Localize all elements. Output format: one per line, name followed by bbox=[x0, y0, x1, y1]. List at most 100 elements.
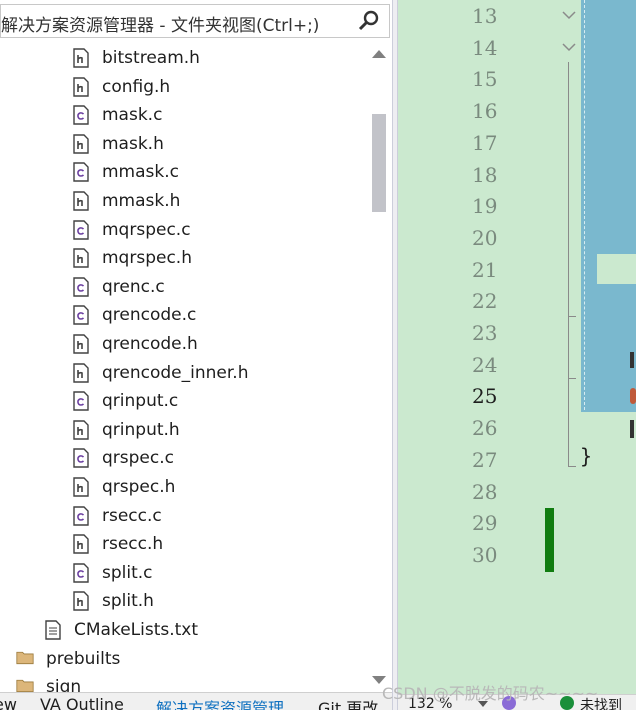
tree-item-label: mmask.h bbox=[102, 191, 181, 211]
line-number: 27 bbox=[472, 447, 498, 472]
line-number: 30 bbox=[472, 542, 498, 567]
selection-edge bbox=[584, 0, 585, 410]
header-file-icon bbox=[72, 591, 90, 611]
tab-va-outline[interactable]: VA Outline bbox=[40, 695, 124, 710]
code-fragment bbox=[630, 388, 636, 404]
tree-item-label: qrspec.h bbox=[102, 477, 176, 497]
fold-guide-line bbox=[568, 62, 569, 466]
closing-brace[interactable]: } bbox=[580, 444, 592, 468]
file-tree: bitstream.h config.h mask.c mask.h mmask.c mm… bbox=[0, 44, 370, 700]
tree-item-label: rsecc.h bbox=[102, 534, 164, 554]
fold-end-tick bbox=[568, 378, 576, 379]
c-source-file-icon bbox=[72, 305, 90, 325]
line-number: 22 bbox=[472, 289, 498, 314]
tree-item-label: bitstream.h bbox=[102, 48, 200, 68]
tree-item-label: split.c bbox=[102, 563, 153, 583]
tree-item-file[interactable]: qrenc.c bbox=[0, 273, 370, 301]
header-file-icon bbox=[72, 134, 90, 154]
folder-icon bbox=[16, 649, 34, 669]
tree-item-label: qrspec.c bbox=[102, 448, 174, 468]
tree-item-label: rsecc.c bbox=[102, 506, 162, 526]
explorer-bottom-tabs: ew VA Outline 解决方案资源管理 Git 更改 bbox=[0, 692, 392, 710]
tab-class-view[interactable]: ew bbox=[0, 695, 17, 710]
header-file-icon bbox=[72, 420, 90, 440]
text-file-icon bbox=[44, 620, 62, 640]
tree-item-file[interactable]: bitstream.h bbox=[0, 44, 370, 72]
git-change-bar bbox=[545, 508, 554, 572]
search-placeholder: 解决方案资源管理器 - 文件夹视图(Ctrl+;) bbox=[1, 16, 320, 36]
tree-item-label: mqrspec.c bbox=[102, 220, 191, 240]
tree-item-file[interactable]: qrencode.c bbox=[0, 301, 370, 329]
line-number: 23 bbox=[472, 321, 498, 345]
line-number: 13 bbox=[472, 4, 498, 28]
tree-item-file[interactable]: split.h bbox=[0, 587, 370, 615]
scroll-thumb[interactable] bbox=[372, 114, 386, 212]
tree-item-file[interactable]: mask.h bbox=[0, 130, 370, 158]
tree-item-file[interactable]: qrspec.c bbox=[0, 444, 370, 472]
tree-item-file[interactable]: qrspec.h bbox=[0, 473, 370, 501]
solution-explorer-search-input[interactable]: 解决方案资源管理器 - 文件夹视图(Ctrl+;) bbox=[0, 4, 390, 38]
tree-item-file[interactable]: mmask.c bbox=[0, 158, 370, 186]
explorer-scrollbar[interactable] bbox=[370, 44, 388, 690]
tree-item-label: split.h bbox=[102, 591, 154, 611]
tree-item-file[interactable]: mask.c bbox=[0, 101, 370, 129]
tab-git-changes[interactable]: Git 更改 bbox=[318, 695, 378, 710]
header-file-icon bbox=[72, 477, 90, 497]
tree-item-label: qrinput.c bbox=[102, 391, 179, 411]
tree-item-file[interactable]: mqrspec.h bbox=[0, 244, 370, 272]
tree-item-file[interactable]: config.h bbox=[0, 73, 370, 101]
header-file-icon bbox=[72, 48, 90, 68]
tree-item-label: qrinput.h bbox=[102, 420, 180, 440]
tree-item-file[interactable]: rsecc.h bbox=[0, 530, 370, 558]
line-number: 21 bbox=[472, 257, 498, 282]
tree-item-label: qrenc.c bbox=[102, 277, 165, 297]
tree-item-file[interactable]: qrinput.c bbox=[0, 387, 370, 415]
tree-item-file[interactable]: rsecc.c bbox=[0, 502, 370, 530]
tree-item-file[interactable]: qrencode.h bbox=[0, 330, 370, 358]
tree-item-folder[interactable]: prebuilts bbox=[0, 645, 370, 673]
header-file-icon bbox=[72, 334, 90, 354]
tree-item-file[interactable]: mmask.h bbox=[0, 187, 370, 215]
fold-end-tick bbox=[568, 466, 576, 467]
header-file-icon bbox=[72, 534, 90, 554]
c-source-file-icon bbox=[72, 563, 90, 583]
line-number: 20 bbox=[472, 225, 498, 250]
tree-item-label: mqrspec.h bbox=[102, 248, 192, 268]
text-selection bbox=[581, 0, 636, 412]
current-line-highlight bbox=[597, 254, 636, 284]
tree-item-label: qrencode.h bbox=[102, 334, 198, 354]
tree-item-file[interactable]: qrencode_inner.h bbox=[0, 359, 370, 387]
line-number: 19 bbox=[472, 194, 498, 219]
line-number: 26 bbox=[472, 416, 498, 441]
fold-chevron-down-icon[interactable] bbox=[562, 42, 576, 52]
tree-item-file[interactable]: CMakeLists.txt bbox=[0, 616, 370, 644]
scroll-up-arrow-icon[interactable] bbox=[372, 50, 386, 58]
tree-item-label: mask.c bbox=[102, 105, 163, 125]
search-icon[interactable] bbox=[357, 9, 381, 33]
code-fragment bbox=[630, 420, 634, 438]
tree-item-label: prebuilts bbox=[46, 649, 121, 669]
fold-chevron-down-icon[interactable] bbox=[562, 10, 576, 20]
line-number: 16 bbox=[472, 99, 498, 124]
c-source-file-icon bbox=[72, 391, 90, 411]
tree-item-file[interactable]: qrinput.h bbox=[0, 416, 370, 444]
code-editor[interactable]: } 13 14 15 16 17 18 19 20 21 22 23 24 25 26 27 28 29 30 bbox=[398, 0, 636, 710]
code-fragment bbox=[630, 352, 634, 368]
header-file-icon bbox=[72, 363, 90, 383]
line-number: 17 bbox=[472, 130, 498, 155]
line-number: 15 bbox=[472, 67, 498, 92]
csdn-watermark: CSDN @不脱发的码农~~~~ bbox=[382, 684, 599, 703]
tree-item-file[interactable]: mqrspec.c bbox=[0, 216, 370, 244]
c-source-file-icon bbox=[72, 220, 90, 240]
line-number: 29 bbox=[472, 511, 498, 536]
c-source-file-icon bbox=[72, 448, 90, 468]
header-file-icon bbox=[72, 77, 90, 97]
tree-item-label: qrencode.c bbox=[102, 305, 197, 325]
tree-item-label: mmask.c bbox=[102, 162, 179, 182]
fold-end-tick bbox=[568, 316, 576, 317]
line-number: 14 bbox=[472, 35, 498, 60]
tree-item-file[interactable]: split.c bbox=[0, 559, 370, 587]
c-source-file-icon bbox=[72, 506, 90, 526]
line-number: 18 bbox=[472, 162, 498, 187]
tab-solution-explorer[interactable]: 解决方案资源管理 bbox=[156, 695, 284, 710]
